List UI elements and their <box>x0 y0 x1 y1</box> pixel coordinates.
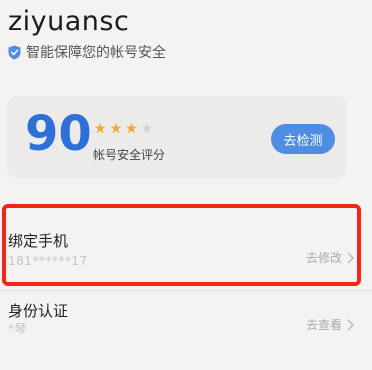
security-subtitle: 智能保障您的帐号安全 <box>8 42 166 62</box>
check-button[interactable]: 去检测 <box>271 124 335 154</box>
score-stars: ★ ★ ★ ★ <box>94 122 153 136</box>
shield-check-icon <box>8 45 21 60</box>
bind-phone-row[interactable]: 绑定手机 181******17 去修改 <box>0 208 372 284</box>
identity-verify-title: 身份认证 <box>8 302 69 320</box>
chevron-right-icon <box>347 252 354 264</box>
star-icon: ★ <box>109 121 123 137</box>
identity-verify-action-label: 去查看 <box>305 318 342 332</box>
bind-phone-action[interactable]: 去修改 <box>306 249 354 266</box>
identity-verify-action[interactable]: 去查看 <box>306 316 354 333</box>
username: ziyuansc <box>8 6 130 37</box>
bind-phone-title: 绑定手机 <box>8 232 69 250</box>
subtitle-text: 智能保障您的帐号安全 <box>26 45 166 61</box>
identity-verify-row[interactable]: 身份认证 *琴 去查看 <box>0 294 372 370</box>
row-divider <box>0 290 372 291</box>
bind-phone-value: 181******17 <box>8 254 88 268</box>
score-label: 帐号安全评分 <box>93 148 166 162</box>
star-icon: ★ <box>125 121 138 137</box>
security-score: 90 <box>25 106 92 162</box>
score-card: 90 ★ ★ ★ ★ 帐号安全评分 去检测 <box>7 96 347 178</box>
identity-verify-value: *琴 <box>8 322 28 336</box>
chevron-right-icon <box>347 319 354 331</box>
bind-phone-action-label: 去修改 <box>305 251 342 265</box>
star-empty-icon: ★ <box>140 121 154 137</box>
star-icon: ★ <box>94 121 107 137</box>
